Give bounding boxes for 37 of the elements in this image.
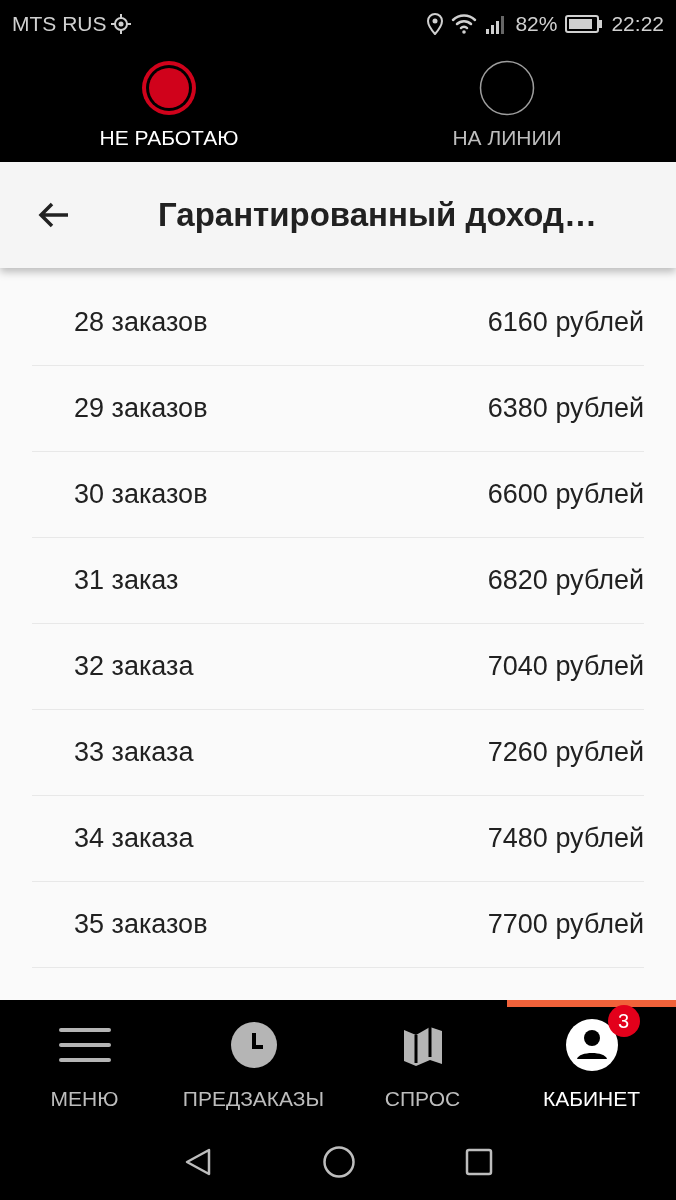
map-icon <box>401 1024 444 1066</box>
income-amount: 6160 рублей <box>487 306 644 340</box>
record-icon <box>141 60 197 116</box>
home-circle-icon[interactable] <box>323 1146 355 1178</box>
back-arrow-icon <box>38 201 70 229</box>
battery-icon <box>565 15 604 33</box>
orders-count: 34 заказа <box>74 822 194 856</box>
income-amount: 7700 рублей <box>487 908 644 942</box>
recents-square-icon[interactable] <box>465 1148 493 1176</box>
orders-count: 32 заказа <box>74 650 194 684</box>
location-target-icon <box>110 14 131 34</box>
clock-time: 22:22 <box>611 11 664 38</box>
orders-count: 30 заказов <box>74 478 208 512</box>
income-amount: 6600 рублей <box>487 478 644 512</box>
notification-badge: 3 <box>607 1005 640 1037</box>
carrier-name: MTS RUS <box>12 11 107 38</box>
income-amount: 7480 рублей <box>487 822 644 856</box>
status-toggle[interactable]: НЕ РАБОТАЮ <box>0 48 338 162</box>
back-triangle-icon[interactable] <box>183 1147 213 1177</box>
orders-count: 35 заказов <box>74 908 208 942</box>
location-pin-icon <box>427 13 444 35</box>
menu-icon <box>58 1027 111 1063</box>
orders-count: 29 заказов <box>74 392 208 426</box>
battery-percent: 82% <box>515 11 558 38</box>
income-amount: 7260 рублей <box>487 736 644 770</box>
orders-count: 33 заказа <box>74 736 194 770</box>
wifi-icon <box>451 14 478 34</box>
page-title: Гарантированный доход… <box>158 195 598 236</box>
clock-icon <box>229 1021 278 1069</box>
profile-icon <box>565 1019 618 1071</box>
orders-count: 28 заказов <box>74 306 208 340</box>
income-amount: 6380 рублей <box>487 392 644 426</box>
income-amount: 7040 рублей <box>487 650 644 684</box>
circle-icon <box>479 60 535 116</box>
orders-count: 31 заказ <box>74 564 179 598</box>
income-amount: 6820 рублей <box>487 564 644 598</box>
status-toggle[interactable]: НА ЛИНИИ <box>338 48 676 162</box>
